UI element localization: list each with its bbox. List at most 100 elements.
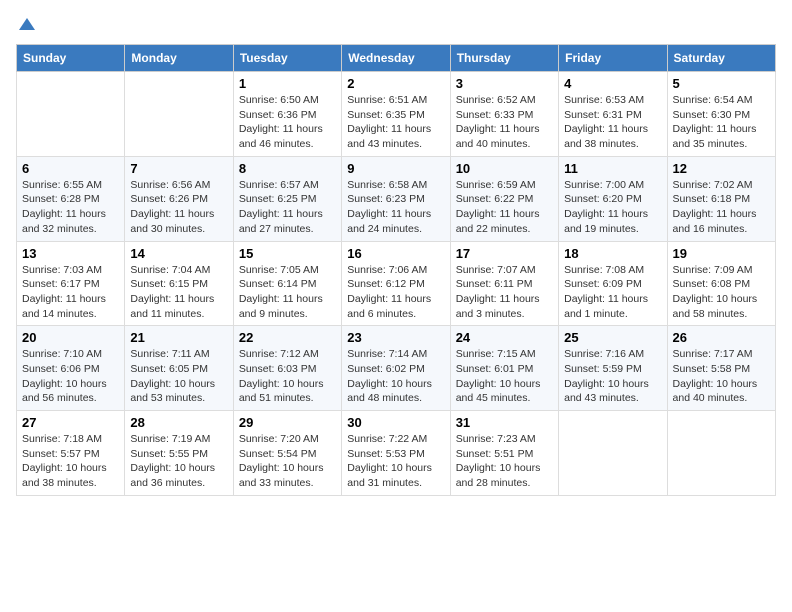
calendar-cell: 23 Sunrise: 7:14 AM Sunset: 6:02 PM Dayli… <box>342 326 450 411</box>
day-number: 1 <box>239 76 336 91</box>
day-info: Sunrise: 7:04 AM Sunset: 6:15 PM Dayligh… <box>130 263 227 322</box>
day-info: Sunrise: 7:12 AM Sunset: 6:03 PM Dayligh… <box>239 347 336 406</box>
calendar-cell: 18 Sunrise: 7:08 AM Sunset: 6:09 PM Dayli… <box>559 241 667 326</box>
calendar-cell: 12 Sunrise: 7:02 AM Sunset: 6:18 PM Dayli… <box>667 156 775 241</box>
day-info: Sunrise: 7:22 AM Sunset: 5:53 PM Dayligh… <box>347 432 444 491</box>
day-number: 24 <box>456 330 553 345</box>
day-number: 7 <box>130 161 227 176</box>
day-number: 11 <box>564 161 661 176</box>
day-number: 17 <box>456 246 553 261</box>
day-number: 27 <box>22 415 119 430</box>
calendar-cell: 9 Sunrise: 6:58 AM Sunset: 6:23 PM Daylig… <box>342 156 450 241</box>
calendar-cell <box>559 411 667 496</box>
day-info: Sunrise: 6:57 AM Sunset: 6:25 PM Dayligh… <box>239 178 336 237</box>
calendar-cell <box>17 72 125 157</box>
day-number: 12 <box>673 161 770 176</box>
day-number: 28 <box>130 415 227 430</box>
day-info: Sunrise: 7:09 AM Sunset: 6:08 PM Dayligh… <box>673 263 770 322</box>
weekday-header-thursday: Thursday <box>450 45 558 72</box>
day-number: 15 <box>239 246 336 261</box>
day-info: Sunrise: 7:05 AM Sunset: 6:14 PM Dayligh… <box>239 263 336 322</box>
weekday-header-tuesday: Tuesday <box>233 45 341 72</box>
logo <box>16 16 38 32</box>
calendar-week-row: 13Sunrise: 7:03 AM Sunset: 6:17 PM Dayli… <box>17 241 776 326</box>
page-header <box>16 16 776 32</box>
day-number: 18 <box>564 246 661 261</box>
calendar-cell: 19 Sunrise: 7:09 AM Sunset: 6:08 PM Dayli… <box>667 241 775 326</box>
calendar-week-row: 6 Sunrise: 6:55 AM Sunset: 6:28 PM Daylig… <box>17 156 776 241</box>
calendar-cell: 28 Sunrise: 7:19 AM Sunset: 5:55 PM Dayli… <box>125 411 233 496</box>
day-number: 6 <box>22 161 119 176</box>
calendar-header-row: SundayMondayTuesdayWednesdayThursdayFrid… <box>17 45 776 72</box>
day-info: Sunrise: 7:00 AM Sunset: 6:20 PM Dayligh… <box>564 178 661 237</box>
calendar-cell: 4 Sunrise: 6:53 AM Sunset: 6:31 PM Daylig… <box>559 72 667 157</box>
weekday-header-saturday: Saturday <box>667 45 775 72</box>
day-number: 2 <box>347 76 444 91</box>
calendar-cell: 21 Sunrise: 7:11 AM Sunset: 6:05 PM Dayli… <box>125 326 233 411</box>
day-number: 20 <box>22 330 119 345</box>
day-number: 13 <box>22 246 119 261</box>
day-info: Sunrise: 6:55 AM Sunset: 6:28 PM Dayligh… <box>22 178 119 237</box>
day-info: Sunrise: 7:06 AM Sunset: 6:12 PM Dayligh… <box>347 263 444 322</box>
calendar-cell: 14Sunrise: 7:04 AM Sunset: 6:15 PM Dayli… <box>125 241 233 326</box>
calendar-table: SundayMondayTuesdayWednesdayThursdayFrid… <box>16 44 776 496</box>
day-number: 16 <box>347 246 444 261</box>
day-number: 30 <box>347 415 444 430</box>
day-number: 19 <box>673 246 770 261</box>
day-number: 26 <box>673 330 770 345</box>
day-number: 9 <box>347 161 444 176</box>
calendar-cell: 29Sunrise: 7:20 AM Sunset: 5:54 PM Dayli… <box>233 411 341 496</box>
calendar-cell: 22Sunrise: 7:12 AM Sunset: 6:03 PM Dayli… <box>233 326 341 411</box>
calendar-cell: 3Sunrise: 6:52 AM Sunset: 6:33 PM Daylig… <box>450 72 558 157</box>
calendar-week-row: 1 Sunrise: 6:50 AM Sunset: 6:36 PM Daylig… <box>17 72 776 157</box>
day-info: Sunrise: 7:11 AM Sunset: 6:05 PM Dayligh… <box>130 347 227 406</box>
day-info: Sunrise: 6:53 AM Sunset: 6:31 PM Dayligh… <box>564 93 661 152</box>
weekday-header-monday: Monday <box>125 45 233 72</box>
calendar-cell: 13Sunrise: 7:03 AM Sunset: 6:17 PM Dayli… <box>17 241 125 326</box>
day-number: 23 <box>347 330 444 345</box>
weekday-header-wednesday: Wednesday <box>342 45 450 72</box>
calendar-cell: 10 Sunrise: 6:59 AM Sunset: 6:22 PM Dayli… <box>450 156 558 241</box>
day-info: Sunrise: 7:19 AM Sunset: 5:55 PM Dayligh… <box>130 432 227 491</box>
calendar-cell: 6 Sunrise: 6:55 AM Sunset: 6:28 PM Daylig… <box>17 156 125 241</box>
calendar-cell: 30 Sunrise: 7:22 AM Sunset: 5:53 PM Dayli… <box>342 411 450 496</box>
day-info: Sunrise: 7:23 AM Sunset: 5:51 PM Dayligh… <box>456 432 553 491</box>
calendar-cell: 11 Sunrise: 7:00 AM Sunset: 6:20 PM Dayli… <box>559 156 667 241</box>
day-number: 31 <box>456 415 553 430</box>
day-info: Sunrise: 7:02 AM Sunset: 6:18 PM Dayligh… <box>673 178 770 237</box>
day-number: 8 <box>239 161 336 176</box>
calendar-cell: 5Sunrise: 6:54 AM Sunset: 6:30 PM Daylig… <box>667 72 775 157</box>
day-info: Sunrise: 6:56 AM Sunset: 6:26 PM Dayligh… <box>130 178 227 237</box>
day-info: Sunrise: 6:59 AM Sunset: 6:22 PM Dayligh… <box>456 178 553 237</box>
calendar-cell: 17Sunrise: 7:07 AM Sunset: 6:11 PM Dayli… <box>450 241 558 326</box>
day-info: Sunrise: 7:14 AM Sunset: 6:02 PM Dayligh… <box>347 347 444 406</box>
calendar-cell: 8 Sunrise: 6:57 AM Sunset: 6:25 PM Daylig… <box>233 156 341 241</box>
day-info: Sunrise: 7:08 AM Sunset: 6:09 PM Dayligh… <box>564 263 661 322</box>
day-number: 10 <box>456 161 553 176</box>
weekday-header-sunday: Sunday <box>17 45 125 72</box>
calendar-cell: 26 Sunrise: 7:17 AM Sunset: 5:58 PM Dayli… <box>667 326 775 411</box>
calendar-cell: 20 Sunrise: 7:10 AM Sunset: 6:06 PM Dayli… <box>17 326 125 411</box>
weekday-header-friday: Friday <box>559 45 667 72</box>
calendar-cell: 15 Sunrise: 7:05 AM Sunset: 6:14 PM Dayli… <box>233 241 341 326</box>
calendar-cell <box>667 411 775 496</box>
day-info: Sunrise: 7:15 AM Sunset: 6:01 PM Dayligh… <box>456 347 553 406</box>
day-info: Sunrise: 7:17 AM Sunset: 5:58 PM Dayligh… <box>673 347 770 406</box>
calendar-cell: 24 Sunrise: 7:15 AM Sunset: 6:01 PM Dayli… <box>450 326 558 411</box>
day-info: Sunrise: 7:20 AM Sunset: 5:54 PM Dayligh… <box>239 432 336 491</box>
day-info: Sunrise: 6:51 AM Sunset: 6:35 PM Dayligh… <box>347 93 444 152</box>
day-number: 21 <box>130 330 227 345</box>
calendar-cell: 31 Sunrise: 7:23 AM Sunset: 5:51 PM Dayli… <box>450 411 558 496</box>
day-info: Sunrise: 6:50 AM Sunset: 6:36 PM Dayligh… <box>239 93 336 152</box>
day-info: Sunrise: 6:52 AM Sunset: 6:33 PM Dayligh… <box>456 93 553 152</box>
calendar-cell <box>125 72 233 157</box>
day-info: Sunrise: 6:54 AM Sunset: 6:30 PM Dayligh… <box>673 93 770 152</box>
calendar-week-row: 27 Sunrise: 7:18 AM Sunset: 5:57 PM Dayli… <box>17 411 776 496</box>
day-number: 25 <box>564 330 661 345</box>
calendar-cell: 1 Sunrise: 6:50 AM Sunset: 6:36 PM Daylig… <box>233 72 341 157</box>
day-number: 4 <box>564 76 661 91</box>
calendar-cell: 7 Sunrise: 6:56 AM Sunset: 6:26 PM Daylig… <box>125 156 233 241</box>
day-info: Sunrise: 7:10 AM Sunset: 6:06 PM Dayligh… <box>22 347 119 406</box>
day-info: Sunrise: 6:58 AM Sunset: 6:23 PM Dayligh… <box>347 178 444 237</box>
day-info: Sunrise: 7:18 AM Sunset: 5:57 PM Dayligh… <box>22 432 119 491</box>
